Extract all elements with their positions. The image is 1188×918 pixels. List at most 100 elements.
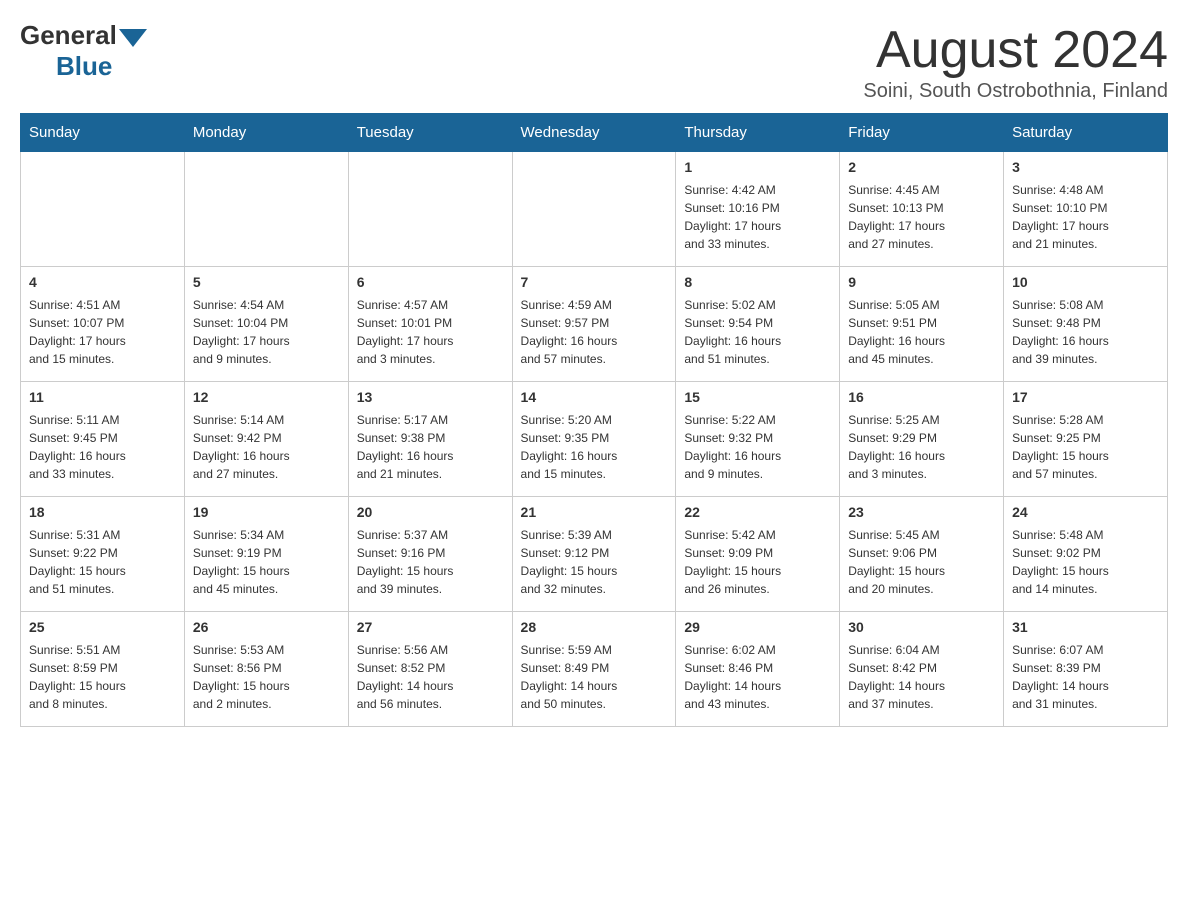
day-info: Sunrise: 5:28 AMSunset: 9:25 PMDaylight:… — [1012, 411, 1159, 483]
day-info: Sunrise: 5:45 AMSunset: 9:06 PMDaylight:… — [848, 526, 995, 598]
day-info: Sunrise: 5:02 AMSunset: 9:54 PMDaylight:… — [684, 296, 831, 368]
day-info: Sunrise: 5:17 AMSunset: 9:38 PMDaylight:… — [357, 411, 504, 483]
day-info: Sunrise: 5:37 AMSunset: 9:16 PMDaylight:… — [357, 526, 504, 598]
day-number: 19 — [193, 503, 340, 523]
calendar-cell: 23 Sunrise: 5:45 AMSunset: 9:06 PMDayligh… — [840, 497, 1004, 612]
day-number: 30 — [848, 618, 995, 638]
calendar-cell: 11 Sunrise: 5:11 AMSunset: 9:45 PMDayligh… — [21, 382, 185, 497]
day-info: Sunrise: 4:42 AMSunset: 10:16 PMDaylight… — [684, 181, 831, 253]
day-number: 18 — [29, 503, 176, 523]
calendar-cell: 17 Sunrise: 5:28 AMSunset: 9:25 PMDayligh… — [1004, 382, 1168, 497]
day-info: Sunrise: 4:57 AMSunset: 10:01 PMDaylight… — [357, 296, 504, 368]
weekday-header-tuesday: Tuesday — [348, 114, 512, 152]
day-info: Sunrise: 6:02 AMSunset: 8:46 PMDaylight:… — [684, 641, 831, 713]
calendar-cell: 14 Sunrise: 5:20 AMSunset: 9:35 PMDayligh… — [512, 382, 676, 497]
calendar-cell — [348, 152, 512, 267]
day-number: 13 — [357, 388, 504, 408]
day-number: 24 — [1012, 503, 1159, 523]
calendar-cell: 16 Sunrise: 5:25 AMSunset: 9:29 PMDayligh… — [840, 382, 1004, 497]
day-info: Sunrise: 5:59 AMSunset: 8:49 PMDaylight:… — [521, 641, 668, 713]
calendar-cell: 24 Sunrise: 5:48 AMSunset: 9:02 PMDayligh… — [1004, 497, 1168, 612]
day-number: 3 — [1012, 158, 1159, 178]
calendar-cell: 9Sunrise: 5:05 AMSunset: 9:51 PMDaylight… — [840, 267, 1004, 382]
week-row-2: 4 Sunrise: 4:51 AMSunset: 10:07 PMDayligh… — [21, 267, 1168, 382]
day-info: Sunrise: 6:07 AMSunset: 8:39 PMDaylight:… — [1012, 641, 1159, 713]
calendar-cell: 4 Sunrise: 4:51 AMSunset: 10:07 PMDayligh… — [21, 267, 185, 382]
weekday-header-wednesday: Wednesday — [512, 114, 676, 152]
day-info: Sunrise: 5:51 AMSunset: 8:59 PMDaylight:… — [29, 641, 176, 713]
day-number: 26 — [193, 618, 340, 638]
week-row-4: 18 Sunrise: 5:31 AMSunset: 9:22 PMDayligh… — [21, 497, 1168, 612]
day-number: 28 — [521, 618, 668, 638]
day-number: 10 — [1012, 273, 1159, 293]
month-title: August 2024 — [863, 20, 1168, 80]
logo-blue-text: Blue — [56, 51, 147, 82]
calendar-cell: 8 Sunrise: 5:02 AMSunset: 9:54 PMDaylight… — [676, 267, 840, 382]
calendar-cell: 28 Sunrise: 5:59 AMSunset: 8:49 PMDayligh… — [512, 612, 676, 727]
calendar-cell: 21Sunrise: 5:39 AMSunset: 9:12 PMDayligh… — [512, 497, 676, 612]
day-info: Sunrise: 5:34 AMSunset: 9:19 PMDaylight:… — [193, 526, 340, 598]
title-section: August 2024 Soini, South Ostrobothnia, F… — [863, 20, 1168, 103]
day-info: Sunrise: 5:56 AMSunset: 8:52 PMDaylight:… — [357, 641, 504, 713]
day-number: 7 — [521, 273, 668, 293]
day-info: Sunrise: 5:42 AMSunset: 9:09 PMDaylight:… — [684, 526, 831, 598]
logo-arrow-icon — [119, 29, 147, 47]
day-info: Sunrise: 4:48 AMSunset: 10:10 PMDaylight… — [1012, 181, 1159, 253]
week-row-3: 11 Sunrise: 5:11 AMSunset: 9:45 PMDayligh… — [21, 382, 1168, 497]
calendar-cell: 10 Sunrise: 5:08 AMSunset: 9:48 PMDayligh… — [1004, 267, 1168, 382]
calendar-cell — [512, 152, 676, 267]
day-number: 1 — [684, 158, 831, 178]
day-number: 25 — [29, 618, 176, 638]
day-number: 29 — [684, 618, 831, 638]
calendar-cell: 7 Sunrise: 4:59 AMSunset: 9:57 PMDaylight… — [512, 267, 676, 382]
logo-general-text: General — [20, 20, 117, 51]
day-info: Sunrise: 5:11 AMSunset: 9:45 PMDaylight:… — [29, 411, 176, 483]
calendar-cell: 30 Sunrise: 6:04 AMSunset: 8:42 PMDayligh… — [840, 612, 1004, 727]
weekday-header-thursday: Thursday — [676, 114, 840, 152]
day-info: Sunrise: 5:53 AMSunset: 8:56 PMDaylight:… — [193, 641, 340, 713]
day-number: 16 — [848, 388, 995, 408]
calendar-cell: 12Sunrise: 5:14 AMSunset: 9:42 PMDayligh… — [184, 382, 348, 497]
calendar-cell: 18 Sunrise: 5:31 AMSunset: 9:22 PMDayligh… — [21, 497, 185, 612]
week-row-1: 1 Sunrise: 4:42 AMSunset: 10:16 PMDayligh… — [21, 152, 1168, 267]
day-number: 2 — [848, 158, 995, 178]
day-number: 14 — [521, 388, 668, 408]
calendar-cell: 15 Sunrise: 5:22 AMSunset: 9:32 PMDayligh… — [676, 382, 840, 497]
calendar-cell: 25 Sunrise: 5:51 AMSunset: 8:59 PMDayligh… — [21, 612, 185, 727]
calendar-cell: 19 Sunrise: 5:34 AMSunset: 9:19 PMDayligh… — [184, 497, 348, 612]
calendar-cell: 31 Sunrise: 6:07 AMSunset: 8:39 PMDayligh… — [1004, 612, 1168, 727]
calendar-cell: 3 Sunrise: 4:48 AMSunset: 10:10 PMDayligh… — [1004, 152, 1168, 267]
weekday-header-sunday: Sunday — [21, 114, 185, 152]
day-info: Sunrise: 4:59 AMSunset: 9:57 PMDaylight:… — [521, 296, 668, 368]
day-info: Sunrise: 5:22 AMSunset: 9:32 PMDaylight:… — [684, 411, 831, 483]
day-number: 11 — [29, 388, 176, 408]
day-number: 17 — [1012, 388, 1159, 408]
location-text: Soini, South Ostrobothnia, Finland — [863, 80, 1168, 103]
day-number: 31 — [1012, 618, 1159, 638]
day-number: 23 — [848, 503, 995, 523]
day-info: Sunrise: 5:20 AMSunset: 9:35 PMDaylight:… — [521, 411, 668, 483]
day-number: 6 — [357, 273, 504, 293]
weekday-header-monday: Monday — [184, 114, 348, 152]
day-number: 21 — [521, 503, 668, 523]
calendar-cell — [184, 152, 348, 267]
day-info: Sunrise: 5:31 AMSunset: 9:22 PMDaylight:… — [29, 526, 176, 598]
day-info: Sunrise: 5:08 AMSunset: 9:48 PMDaylight:… — [1012, 296, 1159, 368]
day-info: Sunrise: 5:14 AMSunset: 9:42 PMDaylight:… — [193, 411, 340, 483]
day-number: 8 — [684, 273, 831, 293]
day-info: Sunrise: 4:45 AMSunset: 10:13 PMDaylight… — [848, 181, 995, 253]
day-info: Sunrise: 5:48 AMSunset: 9:02 PMDaylight:… — [1012, 526, 1159, 598]
day-number: 27 — [357, 618, 504, 638]
day-info: Sunrise: 5:05 AMSunset: 9:51 PMDaylight:… — [848, 296, 995, 368]
day-info: Sunrise: 4:51 AMSunset: 10:07 PMDaylight… — [29, 296, 176, 368]
calendar-cell: 1 Sunrise: 4:42 AMSunset: 10:16 PMDayligh… — [676, 152, 840, 267]
day-number: 4 — [29, 273, 176, 293]
day-number: 5 — [193, 273, 340, 293]
calendar-cell: 26 Sunrise: 5:53 AMSunset: 8:56 PMDayligh… — [184, 612, 348, 727]
calendar-cell: 2 Sunrise: 4:45 AMSunset: 10:13 PMDayligh… — [840, 152, 1004, 267]
day-info: Sunrise: 4:54 AMSunset: 10:04 PMDaylight… — [193, 296, 340, 368]
weekday-header-saturday: Saturday — [1004, 114, 1168, 152]
day-info: Sunrise: 6:04 AMSunset: 8:42 PMDaylight:… — [848, 641, 995, 713]
day-info: Sunrise: 5:25 AMSunset: 9:29 PMDaylight:… — [848, 411, 995, 483]
day-number: 15 — [684, 388, 831, 408]
